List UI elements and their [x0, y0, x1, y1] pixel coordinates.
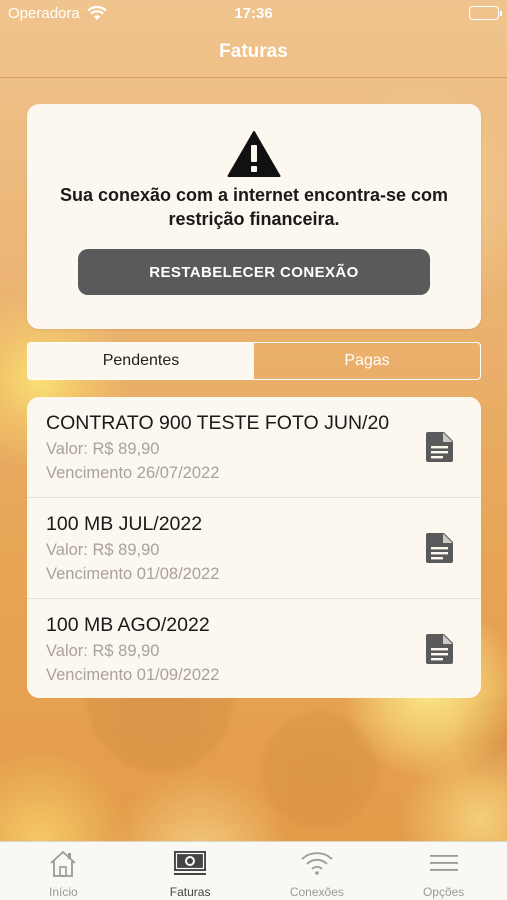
invoice-icon — [173, 850, 207, 881]
document-icon[interactable] — [425, 633, 455, 670]
battery-icon — [469, 6, 502, 20]
invoice-value: Valor: R$ 89,90 — [46, 642, 160, 660]
invoice-due-date: Vencimento 01/09/2022 — [46, 666, 220, 684]
invoice-status-segmented-control: Pendentes Pagas — [27, 342, 481, 380]
invoice-value: Valor: R$ 89,90 — [46, 440, 160, 458]
invoice-title: 100 MB JUL/2022 — [46, 513, 203, 535]
invoice-value: Valor: R$ 89,90 — [46, 541, 160, 559]
restore-connection-button[interactable]: RESTABELECER CONEXÃO — [78, 249, 430, 295]
tab-paid[interactable]: Pagas — [254, 343, 480, 379]
document-icon[interactable] — [425, 431, 455, 468]
clock: 17:36 — [234, 5, 273, 22]
tab-options[interactable]: Opções — [380, 842, 507, 900]
wifi-icon — [300, 850, 334, 881]
invoice-title: CONTRATO 900 TESTE FOTO JUN/20 — [46, 412, 390, 434]
invoice-item[interactable]: 100 MB AGO/2022 Valor: R$ 89,90 Vencimen… — [27, 598, 481, 698]
tab-label: Opções — [422, 885, 465, 899]
restriction-alert-card: Sua conexão com a internet encontra-se c… — [27, 104, 481, 329]
invoice-due-date: Vencimento 26/07/2022 — [46, 464, 220, 482]
tab-connections[interactable]: Conexões — [254, 842, 381, 900]
navigation-bar: Faturas — [0, 28, 507, 78]
invoice-title: 100 MB AGO/2022 — [46, 614, 210, 636]
menu-icon — [428, 850, 460, 881]
page-title: Faturas — [219, 41, 288, 62]
status-bar: Operadora 17:36 — [0, 0, 507, 28]
document-icon[interactable] — [425, 532, 455, 569]
invoice-item[interactable]: CONTRATO 900 TESTE FOTO JUN/20 Valor: R$… — [27, 397, 481, 497]
tab-label: Início — [49, 885, 78, 899]
tab-label: Faturas — [169, 885, 211, 899]
tab-bar: Início Faturas Conexões Opções — [0, 841, 507, 900]
restriction-message: Sua conexão com a internet encontra-se c… — [59, 185, 449, 229]
invoice-list: CONTRATO 900 TESTE FOTO JUN/20 Valor: R$… — [27, 397, 481, 698]
invoice-item[interactable]: 100 MB JUL/2022 Valor: R$ 89,90 Vencimen… — [27, 497, 481, 597]
tab-home[interactable]: Início — [0, 842, 127, 900]
tab-pending[interactable]: Pendentes — [28, 343, 254, 379]
warning-icon — [227, 130, 281, 183]
invoice-due-date: Vencimento 01/08/2022 — [46, 565, 220, 583]
home-icon — [48, 850, 78, 883]
tab-label: Conexões — [289, 885, 344, 899]
tab-invoices[interactable]: Faturas — [127, 842, 254, 900]
